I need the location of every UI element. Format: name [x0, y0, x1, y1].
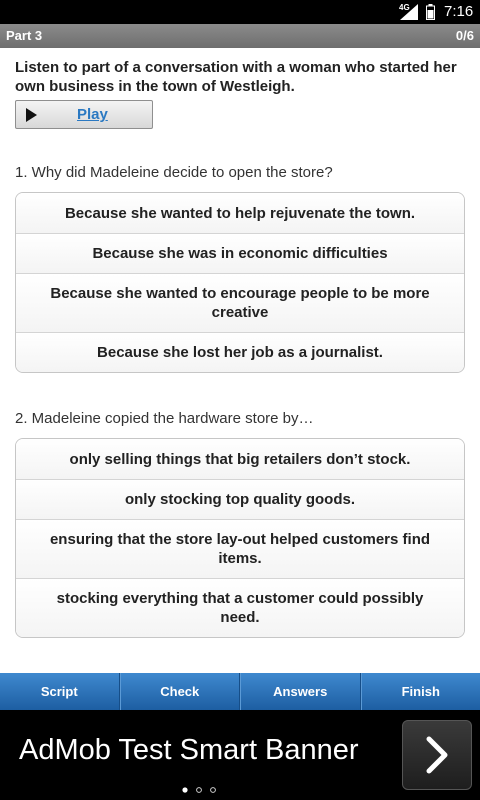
page-title: Part 3: [6, 28, 43, 43]
answer-option[interactable]: Because she was in economic difficulties: [16, 233, 464, 273]
page-indicator-dots: [182, 787, 216, 793]
answer-option[interactable]: Because she wanted to help rejuvenate th…: [16, 193, 464, 233]
chevron-right-icon: [426, 736, 448, 774]
ad-open-button[interactable]: [402, 720, 472, 790]
question-1-text: 1. Why did Madeleine decide to open the …: [15, 164, 333, 181]
question-2-options: only selling things that big retailers d…: [15, 438, 465, 638]
script-button[interactable]: Script: [0, 673, 120, 710]
network-type: 4G: [399, 3, 410, 12]
bottom-toolbar: Script Check Answers Finish: [0, 673, 480, 710]
finish-button[interactable]: Finish: [360, 673, 480, 710]
instructions-text: Listen to part of a conversation with a …: [15, 59, 457, 95]
title-bar: Part 3 0/6: [0, 24, 480, 48]
check-button[interactable]: Check: [119, 673, 240, 710]
ad-text[interactable]: AdMob Test Smart Banner: [19, 734, 359, 767]
answer-option[interactable]: ensuring that the store lay-out helped c…: [16, 519, 464, 578]
question-1-options: Because she wanted to help rejuvenate th…: [15, 192, 465, 373]
answer-option[interactable]: only stocking top quality goods.: [16, 479, 464, 519]
status-bar: 4G 7:16: [0, 0, 480, 24]
answer-option[interactable]: Because she wanted to encourage people t…: [16, 273, 464, 332]
play-label[interactable]: Play: [77, 106, 108, 123]
battery-icon: [426, 4, 435, 20]
ad-banner[interactable]: AdMob Test Smart Banner: [0, 710, 480, 800]
play-button[interactable]: Play: [15, 100, 153, 129]
answer-option[interactable]: Because she lost her job as a journalist…: [16, 332, 464, 372]
question-2-text: 2. Madeleine copied the hardware store b…: [15, 410, 314, 427]
play-icon: [26, 108, 37, 122]
answer-option[interactable]: stocking everything that a customer coul…: [16, 578, 464, 637]
answer-option[interactable]: only selling things that big retailers d…: [16, 439, 464, 479]
progress-counter: 0/6: [455, 28, 474, 43]
clock: 7:16: [444, 3, 474, 20]
answers-button[interactable]: Answers: [240, 673, 361, 710]
